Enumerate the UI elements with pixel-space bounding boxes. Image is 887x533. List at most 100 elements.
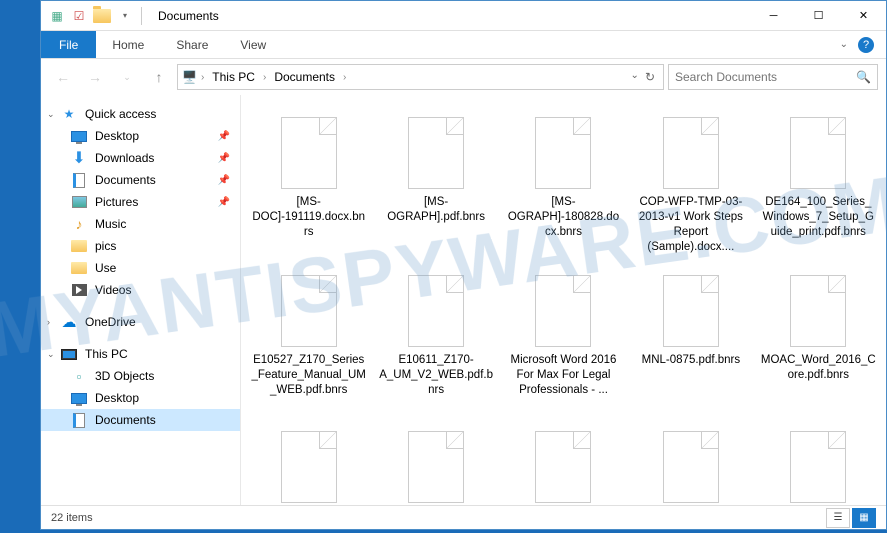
file-name: [MS-OGRAPH].pdf.bnrs	[379, 193, 494, 253]
file-item[interactable]	[759, 421, 878, 505]
file-icon	[535, 431, 591, 503]
search-icon[interactable]: 🔍	[856, 70, 871, 84]
file-item[interactable]	[504, 421, 623, 505]
sidebar-item[interactable]: Documents	[41, 409, 240, 431]
sidebar-item[interactable]: Use	[41, 257, 240, 279]
details-view-button[interactable]: ☰	[826, 508, 850, 528]
star-icon: ★	[61, 106, 77, 122]
file-icon	[281, 275, 337, 347]
view-tab[interactable]: View	[224, 31, 282, 58]
status-bar: 22 items ☰ ▦	[41, 505, 886, 529]
onedrive-item[interactable]: › ☁ OneDrive	[41, 311, 240, 333]
quick-access-header[interactable]: ⌄ ★ Quick access	[41, 103, 240, 125]
file-name: COP-WFP-TMP-03-2013-v1 Work Steps Report…	[633, 193, 748, 255]
file-item[interactable]: [MS-OGRAPH].pdf.bnrs	[376, 107, 495, 261]
share-tab[interactable]: Share	[160, 31, 224, 58]
sidebar-label: Documents	[95, 173, 156, 187]
refresh-icon[interactable]: ↻	[641, 70, 659, 84]
recent-dropdown-icon[interactable]: ⌄	[113, 63, 141, 91]
sidebar-label: Videos	[95, 283, 131, 297]
help-icon[interactable]: ?	[858, 37, 874, 53]
titlebar: ▦ ☑ ▾ Documents ─ ☐ ✕	[41, 1, 886, 31]
up-button[interactable]: ↑	[145, 63, 173, 91]
folder-icon[interactable]	[93, 9, 111, 23]
file-item[interactable]	[376, 421, 495, 505]
file-name: MNL-0875.pdf.bnrs	[642, 351, 740, 411]
sidebar-label: This PC	[85, 347, 128, 361]
minimize-button[interactable]: ─	[751, 1, 796, 31]
file-item[interactable]	[249, 421, 368, 505]
3d-icon: ▫	[71, 368, 87, 384]
chevron-right-icon[interactable]: ›	[263, 72, 266, 83]
folder-icon	[71, 260, 87, 276]
search-input[interactable]	[675, 70, 856, 84]
music-icon: ♪	[71, 216, 87, 232]
picture-icon	[71, 194, 87, 210]
document-icon	[71, 172, 87, 188]
file-item[interactable]: MNL-0875.pdf.bnrs	[631, 265, 750, 417]
file-item[interactable]: DE164_100_Series_Windows_7_Setup_Guide_p…	[759, 107, 878, 261]
chevron-down-icon[interactable]: ⌄	[47, 349, 55, 360]
sidebar-label: 3D Objects	[95, 369, 154, 383]
file-item[interactable]: COP-WFP-TMP-03-2013-v1 Work Steps Report…	[631, 107, 750, 261]
file-item[interactable]: MOAC_Word_2016_Core.pdf.bnrs	[759, 265, 878, 417]
sidebar-item[interactable]: ♪ Music	[41, 213, 240, 235]
sidebar-item[interactable]: Documents📌	[41, 169, 240, 191]
file-item[interactable]: [MS-DOC]-191119.docx.bnrs	[249, 107, 368, 261]
quick-access-toolbar: ▦ ☑ ▾	[49, 8, 133, 24]
maximize-button[interactable]: ☐	[796, 1, 841, 31]
breadcrumb-segment[interactable]: Documents	[270, 68, 339, 86]
chevron-right-icon[interactable]: ›	[47, 317, 50, 327]
breadcrumb-segment[interactable]: This PC	[208, 68, 259, 86]
document-icon	[71, 412, 87, 428]
file-name: Microsoft Word 2016 For Max For Legal Pr…	[506, 351, 621, 411]
qat-dropdown-icon[interactable]: ▾	[117, 8, 133, 24]
file-item[interactable]: E10527_Z170_Series_Feature_Manual_UM_WEB…	[249, 265, 368, 417]
sidebar-item[interactable]: pics	[41, 235, 240, 257]
address-dropdown-icon[interactable]: ⌄	[631, 70, 639, 84]
sidebar-item[interactable]: ⬇Downloads📌	[41, 147, 240, 169]
ribbon-expand-icon[interactable]: ⌄	[840, 39, 848, 50]
forward-button[interactable]: →	[81, 63, 109, 91]
sidebar-item[interactable]: Desktop	[41, 387, 240, 409]
file-item[interactable]: [MS-OGRAPH]-180828.docx.bnrs	[504, 107, 623, 261]
item-count: 22 items	[51, 512, 93, 524]
file-item[interactable]: E10611_Z170-A_UM_V2_WEB.pdf.bnrs	[376, 265, 495, 417]
sidebar-label: Quick access	[85, 107, 156, 121]
this-pc-header[interactable]: ⌄ This PC	[41, 343, 240, 365]
properties-icon[interactable]: ▦	[49, 8, 65, 24]
file-icon	[663, 431, 719, 503]
navigation-pane[interactable]: ⌄ ★ Quick access Desktop📌⬇Downloads📌Docu…	[41, 95, 241, 505]
home-tab[interactable]: Home	[96, 31, 160, 58]
new-folder-icon[interactable]: ☑	[71, 8, 87, 24]
file-item[interactable]: Microsoft Word 2016 For Max For Legal Pr…	[504, 265, 623, 417]
sidebar-label: Downloads	[95, 151, 154, 165]
address-bar[interactable]: 🖥️ › This PC › Documents › ⌄ ↻	[177, 64, 664, 90]
file-icon	[790, 275, 846, 347]
file-list[interactable]: [MS-DOC]-191119.docx.bnrs[MS-OGRAPH].pdf…	[241, 95, 886, 505]
icons-view-button[interactable]: ▦	[852, 508, 876, 528]
file-icon	[790, 117, 846, 189]
pin-icon: 📌	[218, 131, 230, 142]
chevron-down-icon[interactable]: ⌄	[47, 109, 55, 120]
file-tab[interactable]: File	[41, 31, 96, 58]
pin-icon: 📌	[218, 197, 230, 208]
chevron-right-icon[interactable]: ›	[343, 72, 346, 83]
sidebar-item[interactable]: Videos	[41, 279, 240, 301]
sidebar-item[interactable]: ▫ 3D Objects	[41, 365, 240, 387]
file-name: DE164_100_Series_Windows_7_Setup_Guide_p…	[761, 193, 876, 253]
sidebar-item[interactable]: Desktop📌	[41, 125, 240, 147]
file-icon	[408, 275, 464, 347]
file-item[interactable]	[631, 421, 750, 505]
navigation-bar: ← → ⌄ ↑ 🖥️ › This PC › Documents › ⌄ ↻ 🔍	[41, 59, 886, 95]
pin-icon: 📌	[218, 153, 230, 164]
search-box[interactable]: 🔍	[668, 64, 878, 90]
chevron-right-icon[interactable]: ›	[201, 72, 204, 83]
close-button[interactable]: ✕	[841, 1, 886, 31]
sidebar-item[interactable]: Pictures📌	[41, 191, 240, 213]
window-title: Documents	[158, 9, 219, 23]
body: ⌄ ★ Quick access Desktop📌⬇Downloads📌Docu…	[41, 95, 886, 505]
back-button[interactable]: ←	[49, 63, 77, 91]
cloud-icon: ☁	[61, 314, 77, 330]
sidebar-label: Music	[95, 217, 126, 231]
